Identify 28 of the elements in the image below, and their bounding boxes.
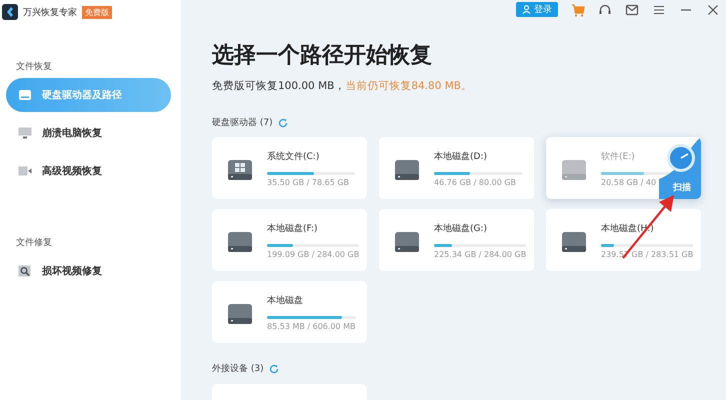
drive-name: 软件(E:)	[601, 150, 636, 162]
drive-card[interactable]: 系统文件(C:) 35.50 GB / 78.65 GB	[212, 137, 367, 199]
section-label: 硬盘驱动器 (7)	[212, 116, 273, 129]
drive-card[interactable]: 本地磁盘 85.53 MB / 606.00 MB	[212, 281, 367, 343]
quota-notice: 免费版可恢复100.00 MB，当前仍可恢复84.80 MB。	[212, 79, 474, 93]
drive-name: 本地磁盘(G:)	[434, 222, 488, 234]
usage-text: 199.09 GB / 284.00 GB	[267, 250, 360, 258]
usage-text: 85.53 MB / 606.00 MB	[267, 322, 356, 330]
drive-card[interactable]: 本地磁盘(D:) 46.76 GB / 80.00 GB	[379, 137, 534, 199]
page-title: 选择一个路径开始恢复	[212, 42, 433, 70]
section-label: 外接设备 (3)	[212, 362, 264, 375]
drive-name: 系统文件(C:)	[267, 150, 320, 162]
drive-card[interactable]: 本地磁盘(F:) 199.09 GB / 284.00 GB	[212, 209, 367, 271]
drive-name: 本地磁盘(D:)	[434, 150, 488, 162]
usage-text: 46.76 GB / 80.00 GB	[434, 178, 518, 186]
sidebar-item[interactable]: 损坏视频修复	[6, 254, 171, 288]
section-heading: 文件修复	[16, 236, 53, 250]
sidebar-item[interactable]: 高级视频恢复	[6, 154, 171, 188]
app-title: 万兴恢复专家	[23, 6, 77, 18]
edition-badge: 免费版	[82, 6, 112, 18]
sidebar-item[interactable]: 崩溃电脑恢复	[6, 116, 171, 150]
usage-text: 20.58 GB / 40	[601, 178, 658, 186]
usage-text: 35.50 GB / 78.65 GB	[267, 178, 350, 186]
drive-card[interactable]: 本地磁盘(G:) 225.34 GB / 284.00 GB	[379, 209, 534, 271]
section-heading: 文件恢复	[16, 60, 53, 74]
drive-name: 本地磁盘(F:)	[267, 222, 319, 234]
drive-name: 本地磁盘	[267, 294, 304, 306]
usage-text: 225.34 GB / 284.00 GB	[434, 250, 526, 258]
